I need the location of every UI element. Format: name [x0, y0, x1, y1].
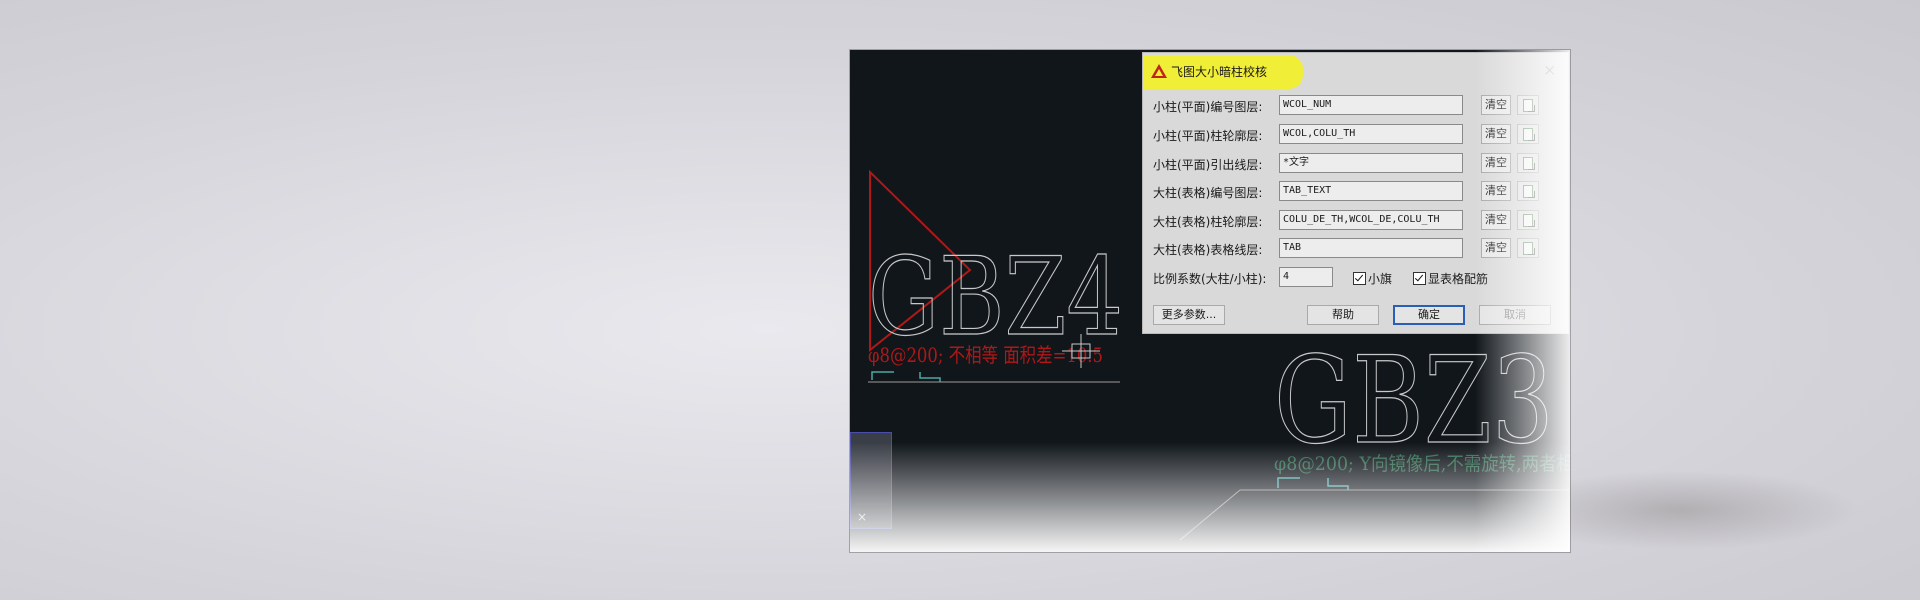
large-number-layer-input[interactable]: TAB_TEXT [1279, 181, 1463, 201]
field-label: 大柱(表格)编号图层: [1153, 186, 1263, 200]
large-table-layer-input[interactable]: TAB [1279, 238, 1463, 258]
clear-button[interactable]: 清空 [1481, 124, 1511, 144]
large-outline-layer-input[interactable]: COLU_DE_TH,WCOL_DE,COLU_TH [1279, 210, 1463, 230]
ratio-label: 比例系数(大柱/小柱): [1153, 272, 1267, 286]
cad-slanted-line [1179, 489, 1241, 541]
pick-layer-icon [1523, 214, 1535, 227]
close-icon[interactable]: × [1543, 61, 1556, 79]
field-label: 小柱(平面)编号图层: [1153, 100, 1263, 114]
cyan-hatch-left [871, 371, 894, 380]
clear-button[interactable]: 清空 [1481, 238, 1511, 258]
field-label: 大柱(表格)表格线层: [1153, 243, 1263, 257]
column-check-dialog: 飞图大小暗柱校核 × 小柱(平面)编号图层: WCOL_NUM 清空 小柱(平面… [1142, 52, 1569, 334]
pick-layer-icon [1523, 99, 1535, 112]
field-label: 大柱(表格)柱轮廓层: [1153, 215, 1263, 229]
help-button[interactable]: 帮助 [1307, 305, 1379, 325]
checkbox-checked-icon [1353, 272, 1366, 285]
pick-layer-button[interactable] [1517, 210, 1539, 230]
flag-checkbox[interactable]: 小旗 [1353, 270, 1392, 287]
small-number-layer-input[interactable]: WCOL_NUM [1279, 95, 1463, 115]
clear-button[interactable]: 清空 [1481, 95, 1511, 115]
cad-label-gbz4: GBZ4 [868, 235, 1123, 360]
pick-layer-icon [1523, 128, 1535, 141]
show-table-rebar-checkbox[interactable]: 显表格配筋 [1413, 270, 1488, 287]
clear-button[interactable]: 清空 [1481, 210, 1511, 230]
cancel-button[interactable]: 取消 [1479, 305, 1551, 325]
cad-label-gbz3: GBZ3 [1274, 332, 1554, 471]
pick-layer-button[interactable] [1517, 153, 1539, 173]
clear-button[interactable]: 清空 [1481, 153, 1511, 173]
cad-viewport[interactable]: GBZ4 φ8@200; 不相等 面积差=10.5 GBZ3 φ8@200; Y… [850, 50, 1570, 552]
ratio-row: 比例系数(大柱/小柱): 4 小旗 显表格配筋 [1151, 267, 1551, 289]
clear-button[interactable]: 清空 [1481, 181, 1511, 201]
pick-layer-icon [1523, 157, 1535, 170]
pick-layer-icon [1523, 242, 1535, 255]
checkbox-checked-icon [1413, 272, 1426, 285]
left-side-panel[interactable]: × [850, 432, 892, 529]
pick-layer-icon [1523, 185, 1535, 198]
ratio-input[interactable]: 4 [1279, 267, 1333, 287]
checkbox-label: 小旗 [1368, 272, 1393, 286]
field-label: 小柱(平面)柱轮廓层: [1153, 129, 1263, 143]
small-outline-layer-input[interactable]: WCOL,COLU_TH [1279, 124, 1463, 144]
cyan-hatch-right [1277, 477, 1300, 488]
dialog-title: 飞图大小暗柱校核 [1171, 65, 1268, 79]
dialog-titlebar[interactable]: 飞图大小暗柱校核 × [1143, 53, 1568, 89]
app-logo-icon [1151, 64, 1167, 78]
panel-close-icon[interactable]: × [857, 510, 867, 524]
pick-layer-button[interactable] [1517, 181, 1539, 201]
checkbox-label: 显表格配筋 [1428, 272, 1489, 286]
ok-button[interactable]: 确定 [1393, 305, 1465, 325]
pick-layer-button[interactable] [1517, 238, 1539, 258]
more-params-button[interactable]: 更多参数... [1153, 305, 1225, 325]
cad-note-right: φ8@200; Y向镜像后,不需旋转,两者相 [1274, 453, 1570, 475]
pick-layer-button[interactable] [1517, 95, 1539, 115]
cad-note-left: φ8@200; 不相等 面积差=10.5 [868, 343, 1103, 367]
small-leader-layer-input[interactable]: *文字 [1279, 153, 1463, 173]
field-label: 小柱(平面)引出线层: [1153, 158, 1263, 172]
pick-layer-button[interactable] [1517, 124, 1539, 144]
